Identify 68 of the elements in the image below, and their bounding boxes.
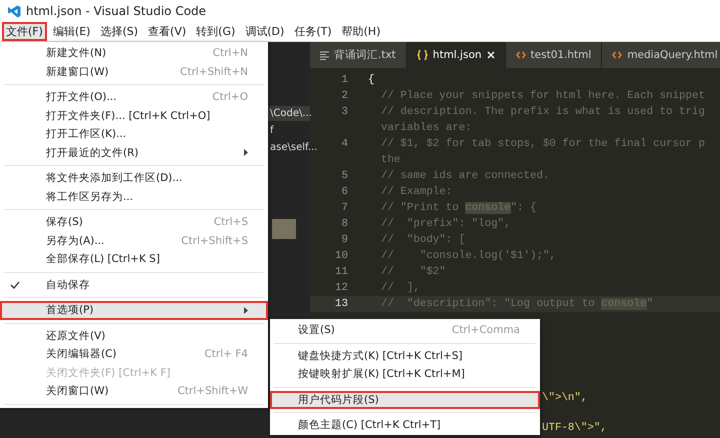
braces-icon	[416, 50, 428, 60]
code-text: // same ids are connected.	[380, 170, 550, 182]
code-text: // $1, $2 for tab stops, $0 for the final cursor p	[380, 138, 705, 150]
line-number: 8	[340, 218, 349, 230]
menu-bar-item[interactable]: 选择(S)	[96, 22, 142, 41]
menu-item[interactable]: 全部保存(L) [Ctrl+K S]	[0, 250, 268, 268]
menu-item[interactable]: 新建窗口(W) Ctrl+Shift+N	[0, 62, 268, 81]
code-text: // "body": [	[380, 234, 466, 246]
menu-item[interactable]: 用户代码片段(S)	[270, 390, 540, 409]
code-text: UTF-8\">",	[542, 422, 607, 436]
menu-bar-item[interactable]: 编辑(E)	[48, 22, 94, 41]
code-text: // ],	[380, 282, 420, 294]
editor-tab[interactable]: 背诵词汇.txt	[310, 42, 407, 68]
line-number: 1	[340, 74, 349, 86]
menu-bar-item[interactable]: 文件(F)	[2, 22, 47, 41]
angle-brackets-icon	[516, 51, 526, 59]
window-title: html.json - Visual Studio Code	[26, 4, 206, 18]
code-text: // "prefix": "log",	[380, 218, 511, 230]
menu-item[interactable]: 颜色主题(C) [Ctrl+K Ctrl+T]	[270, 416, 540, 434]
menu-item[interactable]: 按键映射扩展(K) [Ctrl+K Ctrl+M]	[270, 365, 540, 384]
menu-item[interactable]: 关闭编辑器(C) Ctrl+ F4	[0, 345, 268, 364]
line-number: 7	[340, 202, 349, 214]
menu-item[interactable]: 保存(S) Ctrl+S	[0, 213, 268, 232]
editor-tab[interactable]: html.json	[406, 42, 506, 68]
lines-icon	[320, 50, 329, 60]
menu-item[interactable]: 新建文件(N) Ctrl+N	[0, 44, 268, 62]
angle-brackets-icon	[612, 51, 622, 59]
code-text: variables are:	[380, 122, 472, 134]
line-number: 6	[340, 186, 349, 198]
menu-bar-item[interactable]: 转到(G)	[192, 22, 240, 41]
menu-item[interactable]: 将文件夹添加到工作区(D)...	[0, 169, 268, 188]
menu-item[interactable]: 打开文件夹(F)... [Ctrl+K Ctrl+O]	[0, 106, 268, 125]
menu-item[interactable]: 设置(S) Ctrl+Comma	[270, 321, 540, 340]
menu-item[interactable]: 关闭窗口(W) Ctrl+Shift+W	[0, 382, 268, 400]
menu-bar-item[interactable]: 调试(D)	[241, 22, 288, 41]
menu-item[interactable]: 另存为(A)... Ctrl+Shift+S	[0, 232, 268, 250]
close-icon[interactable]	[486, 51, 495, 59]
menu-item[interactable]: 还原文件(V)	[0, 326, 268, 345]
line-number: 2	[340, 90, 349, 102]
menu-item[interactable]: 自动保存	[0, 276, 268, 294]
line-number: 9	[340, 234, 349, 246]
line-number: 10	[334, 250, 349, 262]
code-text: // "$2"	[380, 266, 446, 278]
line-number: 12	[334, 282, 349, 294]
menu-item[interactable]: 打开工作区(K)...	[0, 125, 268, 144]
app-logo-icon	[8, 4, 21, 18]
code-text: // Example:	[380, 186, 452, 198]
menu-item[interactable]: 键盘快捷方式(K) [Ctrl+K Ctrl+S]	[270, 346, 540, 365]
editor-tab[interactable]: test01.html	[506, 42, 602, 68]
editor-tab[interactable]: mediaQuery.html	[602, 42, 720, 68]
menu-item[interactable]: 打开文件(O)... Ctrl+O	[0, 88, 268, 106]
code-text: the	[380, 154, 400, 166]
line-number: 5	[340, 170, 349, 182]
code-text: // description. The prefix is what is used to trig	[380, 106, 705, 118]
code-text: // "console.log('$1');",	[380, 250, 556, 262]
code-text: {	[368, 74, 374, 86]
menu-item[interactable]: 首选项(P)	[0, 301, 268, 320]
line-number: 11	[334, 266, 349, 278]
menu-bar-item[interactable]: 帮助(H)	[338, 22, 384, 41]
menu-item[interactable]: 将工作区另存为...	[0, 188, 268, 206]
line-number: 3	[340, 106, 349, 118]
highlight-block	[272, 219, 296, 239]
code-text: // Place your snippets for html here. Each snippet	[380, 90, 705, 102]
code-text: \">\n",	[542, 392, 588, 406]
line-number: 13	[334, 298, 349, 310]
menu-bar-item[interactable]: 查看(V)	[144, 22, 190, 41]
menu-bar-item[interactable]: 任务(T)	[290, 22, 336, 41]
menu-item[interactable]: 打开最近的文件(R)	[0, 144, 268, 162]
